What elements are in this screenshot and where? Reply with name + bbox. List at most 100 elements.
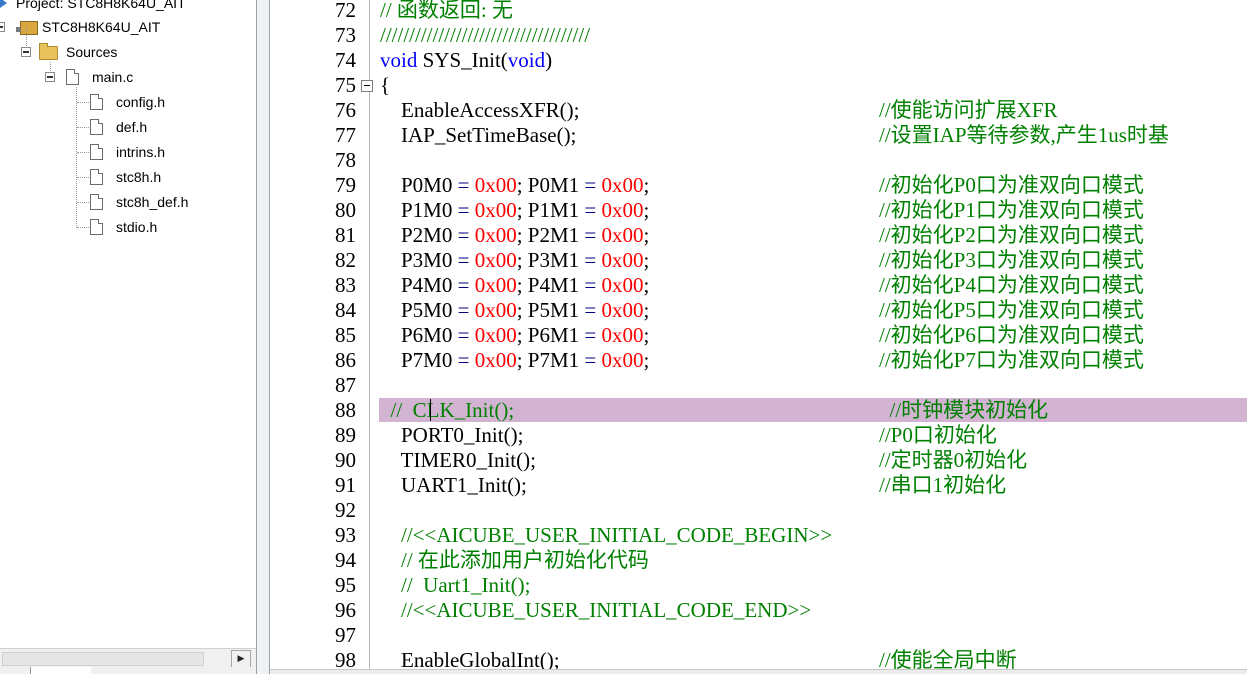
code-text: TIMER0_Init(); xyxy=(380,448,536,472)
line-number: 86 xyxy=(335,348,356,372)
header-file-icon xyxy=(90,94,103,110)
code-text: PORT0_Init(); xyxy=(380,423,524,447)
code-line[interactable]: 79 P0M0 = 0x00; P0M1 = 0x00; //初始化P0口为准双向… xyxy=(270,173,1247,198)
code-line[interactable]: 83 P4M0 = 0x00; P4M1 = 0x00; //初始化P4口为准双向… xyxy=(270,273,1247,298)
line-number: 88 xyxy=(335,398,356,422)
scrollbar-thumb[interactable] xyxy=(2,652,204,666)
code-line[interactable]: 80 P1M0 = 0x00; P1M1 = 0x00; //初始化P1口为准双向… xyxy=(270,198,1247,223)
code-line[interactable]: 88 // CLK_Init(); //时钟模块初始化 xyxy=(270,398,1247,423)
line-number: 82 xyxy=(335,248,356,272)
line-number: 85 xyxy=(335,323,356,347)
line-number: 75 xyxy=(335,73,356,97)
line-number: 79 xyxy=(335,173,356,197)
line-number: 83 xyxy=(335,273,356,297)
code-text: P1M0 = 0x00; P1M1 = 0x00; xyxy=(380,198,650,222)
code-text: { xyxy=(380,73,391,97)
target-icon xyxy=(16,21,38,35)
line-comment: //初始化P5口为准双向口模式 xyxy=(879,298,1144,322)
tree-horizontal-scrollbar[interactable]: ▶ xyxy=(0,648,256,668)
code-line[interactable]: 77 IAP_SetTimeBase(); //设置IAP等待参数,产生1us时基 xyxy=(270,123,1247,148)
code-line[interactable]: 85 P6M0 = 0x00; P6M1 = 0x00; //初始化P6口为准双向… xyxy=(270,323,1247,348)
code-line[interactable]: 94 // 在此添加用户初始化代码 xyxy=(270,548,1247,573)
line-comment: //时钟模块初始化 xyxy=(879,398,1049,422)
code-line[interactable]: 82 P3M0 = 0x00; P3M1 = 0x00; //初始化P3口为准双向… xyxy=(270,248,1247,273)
code-line[interactable]: 93 //<<AICUBE_USER_INITIAL_CODE_BEGIN>> xyxy=(270,523,1247,548)
line-number: 96 xyxy=(335,598,356,622)
line-number: 95 xyxy=(335,573,356,597)
line-number: 80 xyxy=(335,198,356,222)
collapse-sources-icon[interactable] xyxy=(21,47,31,57)
code-text: // 函数返回: 无 xyxy=(380,0,514,22)
code-line[interactable]: 72 // 函数返回: 无 xyxy=(270,0,1247,23)
tree-node-project-label: Project: STC8H8K64U_AIT xyxy=(16,0,186,11)
tree-node-source-group-label: Sources xyxy=(66,44,118,60)
code-line[interactable]: 87 xyxy=(270,373,1247,398)
line-comment: //初始化P4口为准双向口模式 xyxy=(879,273,1144,297)
code-editor[interactable]: 72 // 函数返回: 无 73 //////////////////////////… xyxy=(270,0,1247,674)
code-text: // Uart1_Init(); xyxy=(380,573,531,597)
fold-collapse-icon[interactable] xyxy=(361,80,373,92)
line-number: 74 xyxy=(335,48,356,72)
line-comment: //P0口初始化 xyxy=(879,423,997,447)
code-text: P6M0 = 0x00; P6M1 = 0x00; xyxy=(380,323,650,347)
header-file-label: def.h xyxy=(116,119,148,135)
code-line[interactable]: 90 TIMER0_Init(); //定时器0初始化 xyxy=(270,448,1247,473)
line-number: 94 xyxy=(335,548,356,572)
line-comment: //初始化P2口为准双向口模式 xyxy=(879,223,1144,247)
line-number: 92 xyxy=(335,498,356,522)
line-number: 87 xyxy=(335,373,356,397)
code-text: P3M0 = 0x00; P3M1 = 0x00; xyxy=(380,248,650,272)
header-file-icon xyxy=(90,219,103,235)
project-icon xyxy=(0,0,7,8)
code-line[interactable]: 97 xyxy=(270,623,1247,648)
panel-tab[interactable] xyxy=(30,667,91,674)
code-line[interactable]: 95 // Uart1_Init(); xyxy=(270,573,1247,598)
folder-icon xyxy=(39,43,58,60)
code-text: P5M0 = 0x00; P5M1 = 0x00; xyxy=(380,298,650,322)
collapse-main-c-icon[interactable] xyxy=(45,72,55,82)
code-text: P2M0 = 0x00; P2M1 = 0x00; xyxy=(380,223,650,247)
line-number: 72 xyxy=(335,0,356,22)
code-text: UART1_Init(); xyxy=(380,473,527,497)
code-text: P0M0 = 0x00; P0M1 = 0x00; xyxy=(380,173,650,197)
panel-splitter[interactable] xyxy=(257,0,270,674)
code-line[interactable]: 73 //////////////////////////////////// xyxy=(270,23,1247,48)
code-text: void SYS_Init(void) xyxy=(380,48,553,72)
code-line[interactable]: 84 P5M0 = 0x00; P5M1 = 0x00; //初始化P5口为准双向… xyxy=(270,298,1247,323)
code-line[interactable]: 76 EnableAccessXFR(); //使能访问扩展XFR xyxy=(270,98,1247,123)
header-file-icon xyxy=(90,169,103,185)
tree-node-target-label: STC8H8K64U_AIT xyxy=(42,19,161,35)
code-line[interactable]: 78 xyxy=(270,148,1247,173)
line-number: 81 xyxy=(335,223,356,247)
code-line[interactable]: 75 { xyxy=(270,73,1247,98)
code-line[interactable]: 96 //<<AICUBE_USER_INITIAL_CODE_END>> xyxy=(270,598,1247,623)
header-file-label: stc8h_def.h xyxy=(116,194,189,210)
code-line[interactable]: 86 P7M0 = 0x00; P7M1 = 0x00; //初始化P7口为准双向… xyxy=(270,348,1247,373)
text-cursor xyxy=(430,399,431,421)
code-text: // CLK_Init(); xyxy=(380,398,515,422)
line-number: 78 xyxy=(335,148,356,172)
line-number: 84 xyxy=(335,298,356,322)
header-file-label: intrins.h xyxy=(116,144,166,160)
line-comment: //定时器0初始化 xyxy=(879,448,1028,472)
panel-tab-strip xyxy=(0,667,256,674)
c-file-icon xyxy=(66,69,79,85)
code-line[interactable]: 81 P2M0 = 0x00; P2M1 = 0x00; //初始化P2口为准双向… xyxy=(270,223,1247,248)
line-comment: //设置IAP等待参数,产生1us时基 xyxy=(879,123,1169,147)
code-text: P4M0 = 0x00; P4M1 = 0x00; xyxy=(380,273,650,297)
scroll-right-arrow-icon[interactable]: ▶ xyxy=(231,650,251,668)
code-text: //<<AICUBE_USER_INITIAL_CODE_END>> xyxy=(380,598,812,622)
line-comment: //初始化P1口为准双向口模式 xyxy=(879,198,1144,222)
line-number: 77 xyxy=(335,123,356,147)
code-line[interactable]: 91 UART1_Init(); //串口1初始化 xyxy=(270,473,1247,498)
code-text: IAP_SetTimeBase(); xyxy=(380,123,577,147)
line-comment: //初始化P3口为准双向口模式 xyxy=(879,248,1144,272)
line-number: 97 xyxy=(335,623,356,647)
line-comment: //初始化P6口为准双向口模式 xyxy=(879,323,1144,347)
code-line[interactable]: 92 xyxy=(270,498,1247,523)
collapse-target-icon[interactable] xyxy=(0,22,5,32)
code-line[interactable]: 74 void SYS_Init(void) xyxy=(270,48,1247,73)
header-file-icon xyxy=(90,194,103,210)
code-line[interactable]: 89 PORT0_Init(); //P0口初始化 xyxy=(270,423,1247,448)
line-number: 90 xyxy=(335,448,356,472)
